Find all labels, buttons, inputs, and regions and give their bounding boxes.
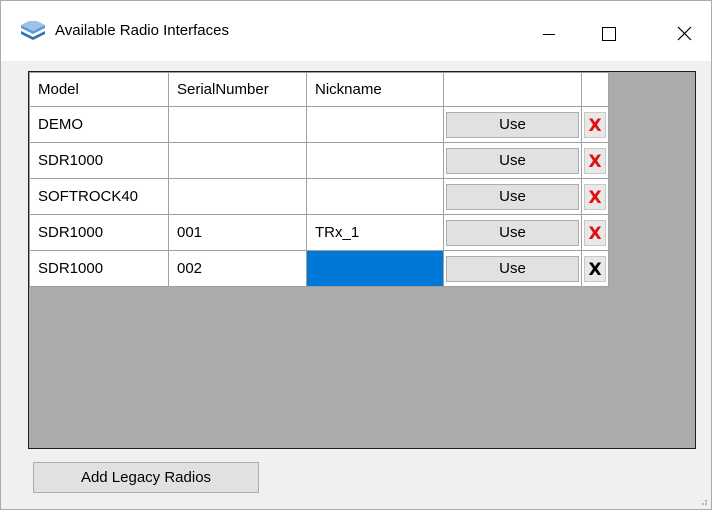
column-header-nickname[interactable]: Nickname [306,72,444,107]
header-row: Model SerialNumber Nickname [29,72,609,107]
delete-button[interactable]: X [584,183,606,210]
delete-button[interactable]: X [584,219,606,246]
table-row: DEMO Use X [29,106,609,143]
use-button[interactable]: Use [446,255,579,282]
radio-waves-icon [21,21,45,40]
radio-grid[interactable]: Model SerialNumber Nickname DEMO Use X S… [28,71,696,449]
delete-button[interactable]: X [584,147,606,174]
delete-button[interactable]: X [584,255,606,282]
table-row: SDR1000 001 TRx_1 Use X [29,214,609,251]
cell-serial[interactable]: 001 [168,214,307,251]
column-header-use[interactable] [443,72,582,107]
use-button[interactable]: Use [446,183,579,210]
close-icon [677,26,692,41]
cell-model[interactable]: SDR1000 [29,142,169,179]
dialog-window: Available Radio Interfaces Model SerialN… [0,0,712,510]
cell-delete: X [581,214,609,251]
resize-grip-icon[interactable] [698,496,708,506]
cell-delete: X [581,250,609,287]
table-row: SDR1000 002 Use X [29,250,609,287]
cell-nickname[interactable] [306,178,444,215]
title-bar[interactable]: Available Radio Interfaces [1,1,711,61]
radio-table: Model SerialNumber Nickname DEMO Use X S… [29,72,609,287]
use-button[interactable]: Use [446,147,579,174]
use-button[interactable]: Use [446,111,579,138]
cell-serial[interactable] [168,178,307,215]
cell-delete: X [581,142,609,179]
cell-serial[interactable]: 002 [168,250,307,287]
column-header-delete[interactable] [581,72,609,107]
delete-button[interactable]: X [584,111,606,138]
cell-use: Use [443,250,582,287]
column-header-serial[interactable]: SerialNumber [168,72,307,107]
cell-use: Use [443,214,582,251]
cell-nickname-selected[interactable] [306,250,444,287]
cell-nickname[interactable] [306,142,444,179]
cell-model[interactable]: SDR1000 [29,250,169,287]
cell-serial[interactable] [168,142,307,179]
use-button[interactable]: Use [446,219,579,246]
cell-model[interactable]: SOFTROCK40 [29,178,169,215]
cell-use: Use [443,106,582,143]
cell-nickname[interactable]: TRx_1 [306,214,444,251]
cell-delete: X [581,106,609,143]
column-header-model[interactable]: Model [29,72,169,107]
add-legacy-radios-button[interactable]: Add Legacy Radios [33,462,259,493]
cell-serial[interactable] [168,106,307,143]
window-title: Available Radio Interfaces [55,22,229,39]
minimize-button[interactable] [526,1,572,61]
table-row: SDR1000 Use X [29,142,609,179]
cell-use: Use [443,178,582,215]
maximize-icon [602,27,616,41]
cell-model[interactable]: DEMO [29,106,169,143]
cell-nickname[interactable] [306,106,444,143]
cell-delete: X [581,178,609,215]
table-row: SOFTROCK40 Use X [29,178,609,215]
cell-model[interactable]: SDR1000 [29,214,169,251]
maximize-button[interactable] [585,1,631,61]
close-button[interactable] [661,1,707,61]
cell-use: Use [443,142,582,179]
minimize-icon [543,34,555,35]
